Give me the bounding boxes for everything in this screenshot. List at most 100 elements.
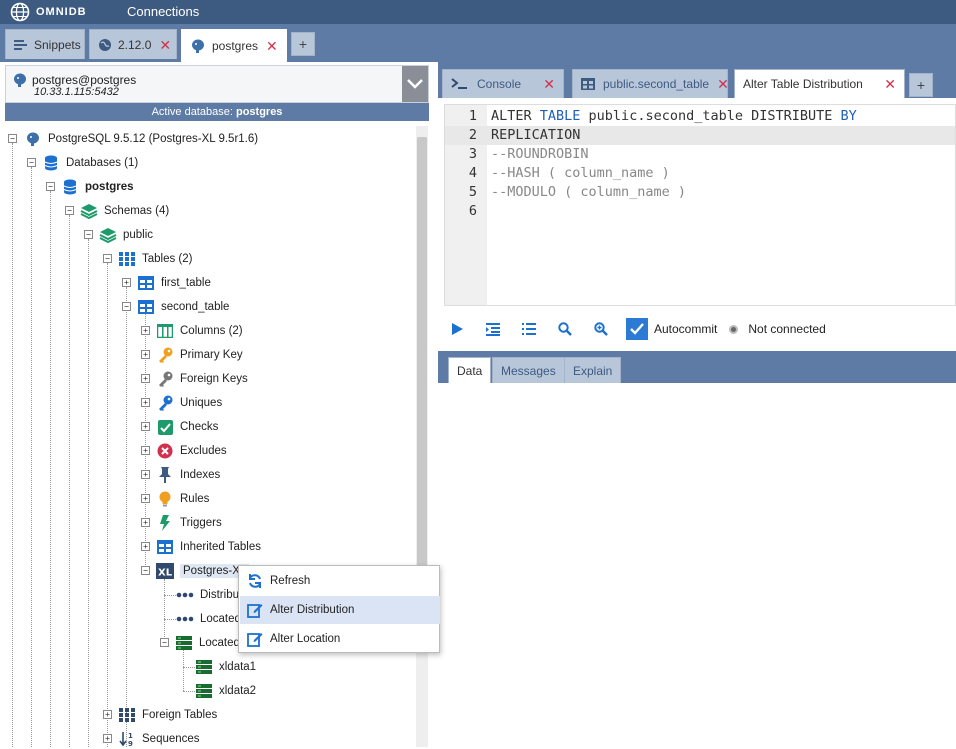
collapse-toggle[interactable]: − [46, 182, 55, 191]
tab-alter-table-distribution[interactable]: Alter Table Distribution ✕ [734, 69, 905, 98]
tree-node-distribution[interactable]: Distribu [176, 585, 239, 605]
tab-public-second-table[interactable]: public.second_table ✕ [572, 69, 729, 98]
tree-node-label: Schemas (4) [104, 205, 170, 217]
table-icon [581, 78, 595, 90]
connection-selector[interactable]: postgres@postgres 10.33.1.115:5432 [5, 65, 429, 103]
tree-node-foreign-tables[interactable]: Foreign Tables [118, 705, 217, 725]
tree-node-checks[interactable]: Checks [156, 417, 218, 437]
expand-toggle[interactable]: + [122, 278, 131, 287]
postgres-icon [24, 130, 42, 148]
tree-node-excludes[interactable]: Excludes [156, 441, 227, 461]
sql-editor[interactable]: 1 ALTER TABLE public.second_table DISTRI… [444, 104, 956, 306]
tree-node-label: Distribu [200, 589, 239, 601]
code-keyword: BY [840, 108, 857, 124]
tree-node-xldata2[interactable]: xldata2 [195, 681, 256, 701]
tree-node-tables[interactable]: Tables (2) [118, 249, 193, 269]
nav-connections-link[interactable]: Connections [127, 4, 199, 19]
tree-node-schemas[interactable]: Schemas (4) [80, 201, 169, 221]
tree-node-label: xldata2 [219, 685, 257, 697]
tree-node-uniques[interactable]: Uniques [156, 393, 222, 413]
tree-node-indexes[interactable]: Indexes [156, 465, 220, 485]
tree-node-rules[interactable]: Rules [156, 489, 209, 509]
close-icon[interactable]: ✕ [884, 77, 896, 91]
expand-toggle[interactable]: + [141, 470, 150, 479]
dots-icon [176, 610, 194, 628]
connection-name: postgres@postgres [32, 73, 137, 87]
outer-tab-strip: Snippets 2.12.0 ✕ postgres ✕ + [0, 24, 956, 62]
add-tab-button[interactable]: + [291, 32, 315, 56]
expand-toggle[interactable]: + [141, 446, 150, 455]
collapse-toggle[interactable]: − [160, 638, 169, 647]
tree-node-label: Sequences [142, 733, 200, 745]
search-icon[interactable] [552, 316, 578, 342]
autocommit-checkbox[interactable] [626, 318, 648, 340]
tab-data[interactable]: Data [448, 357, 492, 383]
expand-toggle[interactable]: + [141, 398, 150, 407]
menu-item-alter-distribution[interactable]: Alter Distribution [240, 596, 440, 624]
tree-node-foreign-keys[interactable]: Foreign Keys [156, 369, 248, 389]
tab-explain[interactable]: Explain [564, 357, 622, 383]
collapse-toggle[interactable]: − [65, 206, 74, 215]
collapse-toggle[interactable]: − [27, 158, 36, 167]
tree-node-db-postgres[interactable]: postgres [61, 177, 134, 197]
tab-postgres[interactable]: postgres ✕ [181, 29, 287, 62]
omnidb-logo[interactable]: OMNIDB [10, 2, 87, 22]
tab-label: Alter Table Distribution [743, 77, 863, 91]
collapse-toggle[interactable]: − [84, 230, 93, 239]
tree-node-server[interactable]: PostgreSQL 9.5.12 (Postgres-XL 9.5r1.6) [24, 129, 258, 149]
indent-icon[interactable] [480, 316, 506, 342]
collapse-toggle[interactable]: − [141, 566, 150, 575]
expand-toggle[interactable]: + [103, 710, 112, 719]
tab-snippets[interactable]: Snippets [5, 29, 85, 59]
tree-node-located-nodes[interactable]: Located [175, 633, 240, 653]
tree-node-primary-key[interactable]: Primary Key [156, 345, 243, 365]
expand-toggle[interactable]: + [141, 542, 150, 551]
close-icon[interactable]: ✕ [266, 39, 278, 53]
context-menu: Refresh Alter Distribution Alter Locatio… [238, 565, 440, 653]
globe-icon [98, 38, 112, 52]
collapse-toggle[interactable]: − [103, 254, 112, 263]
expand-toggle[interactable]: + [141, 374, 150, 383]
tree-node-databases[interactable]: Databases (1) [42, 153, 138, 173]
dots-icon [176, 586, 194, 604]
menu-item-refresh[interactable]: Refresh [240, 567, 440, 595]
zoom-in-icon[interactable] [588, 316, 614, 342]
chevron-down-icon[interactable] [402, 66, 428, 102]
tab-console[interactable]: Console ✕ [442, 69, 564, 98]
tree-node-second-table[interactable]: second_table [137, 297, 229, 317]
close-icon[interactable]: ✕ [159, 38, 171, 52]
expand-toggle[interactable]: + [103, 734, 112, 743]
tree-node-columns[interactable]: Columns (2) [156, 321, 243, 341]
tab-server-version[interactable]: 2.12.0 ✕ [89, 29, 177, 59]
tab-label: Snippets [34, 37, 81, 52]
collapse-toggle[interactable]: − [8, 134, 17, 143]
expand-toggle[interactable]: + [141, 326, 150, 335]
tree-node-triggers[interactable]: Triggers [156, 513, 222, 533]
expand-toggle[interactable]: + [141, 350, 150, 359]
add-query-tab-button[interactable]: + [909, 73, 933, 97]
key-icon [156, 370, 174, 388]
tree-node-first-table[interactable]: first_table [137, 273, 211, 293]
menu-item-alter-location[interactable]: Alter Location [240, 625, 440, 653]
expand-toggle[interactable]: + [141, 422, 150, 431]
tree-node-schema-public[interactable]: public [99, 225, 153, 245]
refresh-icon [246, 572, 264, 590]
expand-toggle[interactable]: + [141, 518, 150, 527]
tree-node-xldata1[interactable]: xldata1 [195, 657, 256, 677]
expand-toggle[interactable]: + [141, 494, 150, 503]
list-icon[interactable] [516, 316, 542, 342]
close-icon[interactable]: ✕ [717, 77, 729, 91]
tree-node-inherited-tables[interactable]: Inherited Tables [156, 537, 261, 557]
active-db-name: postgres [235, 106, 283, 118]
close-icon[interactable]: ✕ [543, 77, 555, 91]
edit-icon [246, 630, 264, 648]
tab-messages[interactable]: Messages [492, 357, 565, 383]
tree-scrollbar-thumb[interactable] [417, 137, 427, 607]
collapse-toggle[interactable]: − [122, 302, 131, 311]
play-icon[interactable] [444, 316, 470, 342]
key-icon [156, 346, 174, 364]
tree-node-postgres-xl[interactable]: XL Postgres-XL [156, 561, 250, 581]
tree-node-sequences[interactable]: 19 Sequences [118, 729, 200, 749]
postgres-icon [12, 72, 28, 91]
tree-node-located-in[interactable]: Located [176, 609, 241, 629]
